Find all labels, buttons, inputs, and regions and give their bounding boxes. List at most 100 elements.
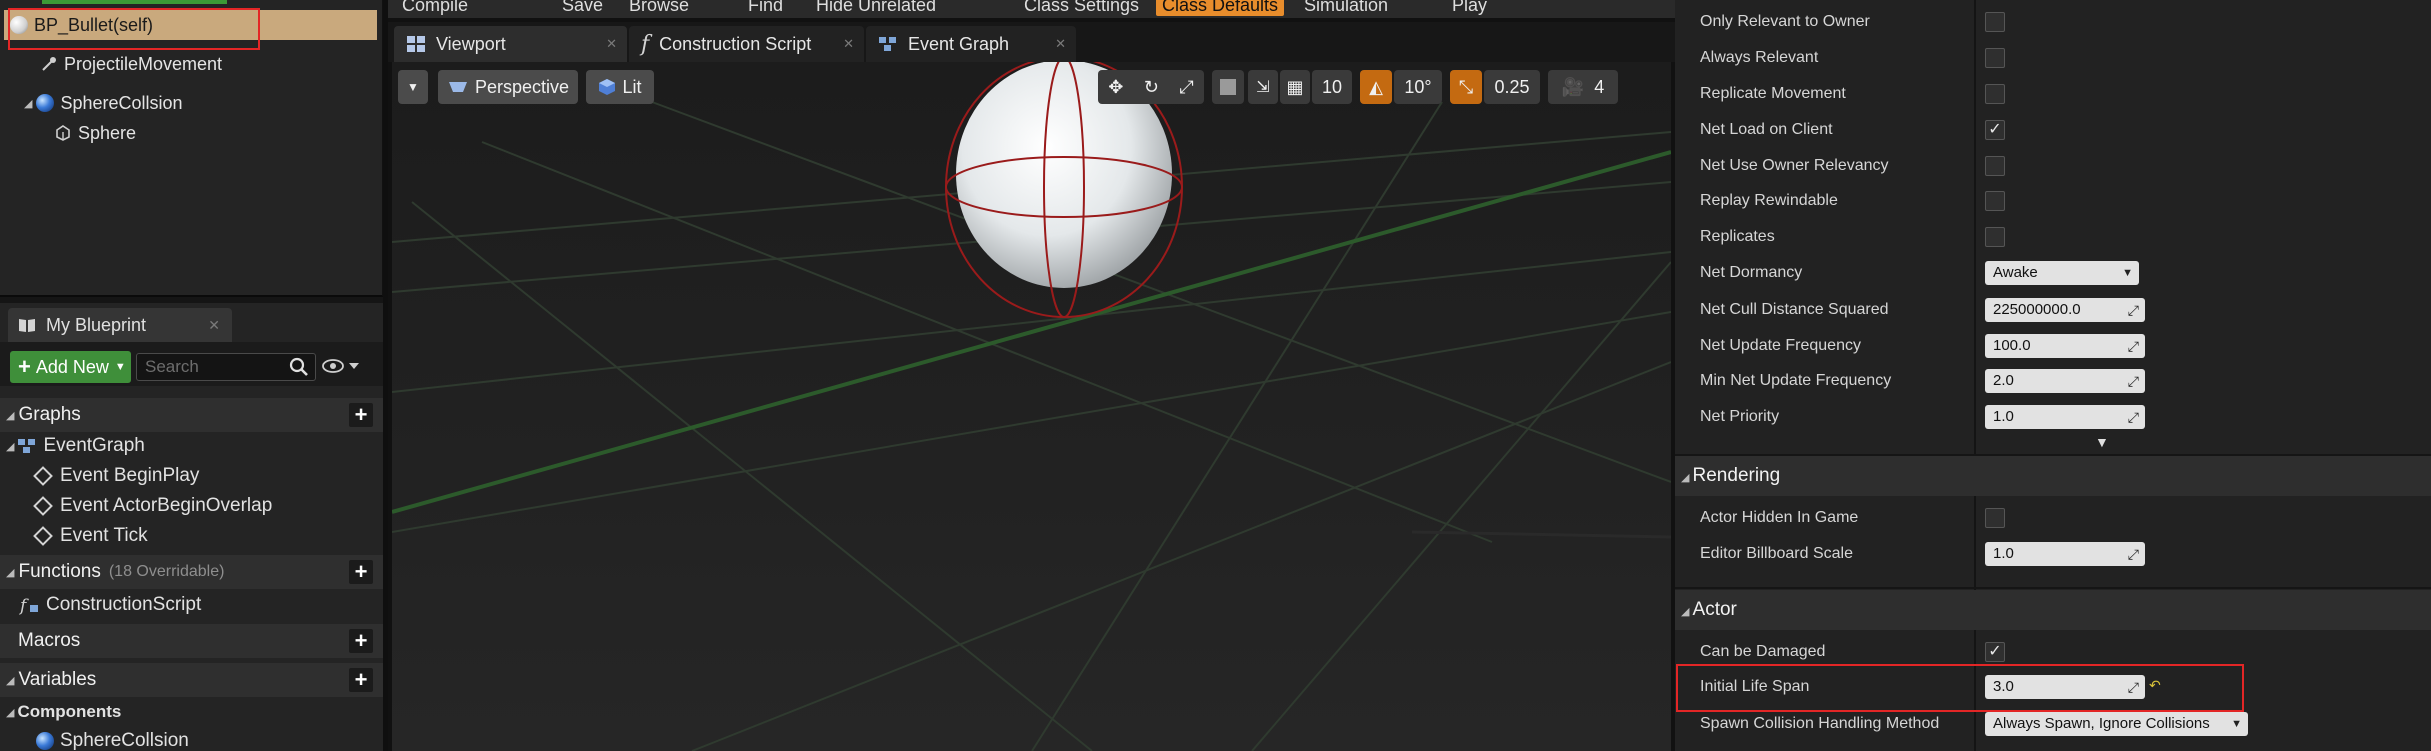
add-variable-button[interactable]: +	[349, 668, 373, 692]
property-dropdown[interactable]: Always Spawn, Ignore Collisions ▼	[1985, 712, 2248, 736]
section-variables[interactable]: ◢ Variables +	[0, 663, 383, 697]
collapse-triangle-icon[interactable]: ◢	[6, 409, 14, 422]
property-label: Min Net Update Frequency	[1700, 372, 1892, 389]
close-icon[interactable]: ✕	[208, 317, 220, 334]
perspective-button[interactable]: Perspective	[438, 70, 578, 104]
viewport-canvas[interactable]: ▼ Perspective Lit ✥ ↻ ⤢ ⇲ ▦ 10 ◭ 10° ⤡ 0…	[392, 62, 1671, 751]
components-category[interactable]: ◢ Components	[6, 698, 121, 726]
list-item-eventgraph[interactable]: ◢ EventGraph	[6, 432, 145, 460]
section-title-text: Actor	[1692, 599, 1737, 620]
property-checkbox[interactable]	[1985, 48, 2005, 68]
rotate-icon[interactable]: ↻	[1144, 77, 1159, 98]
list-item-event[interactable]: Event Tick	[33, 522, 148, 550]
add-component-button-edge[interactable]	[42, 0, 227, 4]
viewport-options-button[interactable]: ▼	[398, 70, 428, 104]
collapse-triangle-icon[interactable]: ◢	[1681, 472, 1693, 484]
world-local-toggle[interactable]	[1212, 70, 1244, 104]
property-checkbox[interactable]	[1985, 12, 2005, 32]
tab-viewport[interactable]: Viewport ✕	[394, 26, 627, 62]
simulation-button[interactable]: Simulation	[1304, 0, 1388, 16]
property-checkbox[interactable]	[1985, 156, 2005, 176]
collapse-triangle-icon[interactable]: ◢	[1681, 606, 1693, 618]
svg-text:f: f	[18, 596, 29, 615]
eventgraph-label: EventGraph	[43, 435, 145, 456]
event-label: Event ActorBeginOverlap	[60, 495, 273, 516]
details-section-header[interactable]	[1675, 590, 2431, 630]
section-graphs[interactable]: ◢ Graphs +	[0, 398, 383, 432]
rotation-snap-toggle[interactable]: ◭	[1360, 70, 1392, 104]
tab-event-graph[interactable]: Event Graph ✕	[866, 26, 1076, 62]
property-number-field[interactable]: 225000000.0 ⤢	[1985, 298, 2145, 322]
component-item-label: Sphere	[78, 122, 137, 143]
component-item-spherecollision[interactable]: ◢ SphereCollsion	[24, 89, 183, 117]
close-icon[interactable]: ✕	[1055, 36, 1066, 52]
section-macros[interactable]: Macros +	[0, 624, 383, 658]
collapse-triangle-icon[interactable]: ◢	[6, 566, 14, 579]
list-item-variable[interactable]: SphereCollsion	[36, 727, 189, 751]
visibility-options[interactable]	[322, 358, 360, 379]
property-label: Actor Hidden In Game	[1700, 509, 1859, 526]
surface-snap-toggle[interactable]: ⇲	[1248, 70, 1278, 104]
property-checkbox[interactable]	[1985, 227, 2005, 247]
browse-button[interactable]: Browse	[629, 0, 689, 16]
expand-triangle-icon[interactable]: ◢	[24, 97, 32, 110]
component-item-sphere[interactable]: Sphere	[54, 119, 136, 147]
add-function-button[interactable]: +	[349, 560, 373, 584]
grid-snap-value[interactable]: 10	[1312, 70, 1352, 104]
expand-triangle-icon[interactable]: ◢	[6, 440, 14, 453]
list-item-event[interactable]: Event BeginPlay	[33, 462, 199, 490]
property-dropdown[interactable]: Awake ▼	[1985, 261, 2139, 285]
section-functions[interactable]: ◢ Functions (18 Overridable) +	[0, 555, 383, 589]
list-item-function[interactable]: f ConstructionScript	[18, 591, 201, 619]
tab-label: Construction Script	[659, 33, 812, 54]
add-macro-button[interactable]: +	[349, 629, 373, 653]
save-button[interactable]: Save	[562, 0, 603, 16]
grid-snap-toggle[interactable]: ▦	[1280, 70, 1310, 104]
close-icon[interactable]: ✕	[843, 36, 854, 52]
details-section-header[interactable]	[1675, 456, 2431, 496]
lit-button[interactable]: Lit	[586, 70, 654, 104]
scale-snap-value[interactable]: 0.25	[1484, 70, 1540, 104]
rotation-snap-label: 10°	[1404, 76, 1432, 97]
drag-handle-icon[interactable]: ⤢	[2128, 405, 2139, 429]
scale-icon[interactable]: ⤢	[1179, 77, 1193, 98]
find-button[interactable]: Find	[748, 0, 783, 16]
add-graph-button[interactable]: +	[349, 403, 373, 427]
rotation-snap-value[interactable]: 10°	[1394, 70, 1442, 104]
compile-button[interactable]: Compile	[402, 0, 468, 16]
hide-unrelated-button[interactable]: Hide Unrelated	[816, 0, 936, 16]
search-input[interactable]: Search	[136, 353, 316, 381]
expand-triangle-icon[interactable]: ◢	[6, 706, 14, 719]
camera-speed-button[interactable]: 🎥 4	[1548, 70, 1618, 104]
component-item-projectile[interactable]: ProjectileMovement	[40, 50, 222, 78]
close-icon[interactable]: ✕	[606, 36, 617, 52]
property-checkbox[interactable]	[1985, 508, 2005, 528]
property-checkbox[interactable]: ✓	[1985, 642, 2005, 662]
property-number-field[interactable]: 1.0 ⤢	[1985, 542, 2145, 566]
property-checkbox[interactable]	[1985, 84, 2005, 104]
property-checkbox[interactable]: ✓	[1985, 120, 2005, 140]
tab-construction-script[interactable]: f Construction Script ✕	[629, 26, 864, 62]
list-item-event[interactable]: Event ActorBeginOverlap	[33, 492, 273, 520]
add-new-button[interactable]: + Add New ▼	[10, 351, 131, 383]
expand-advanced-icon[interactable]: ▼	[2095, 434, 2109, 450]
event-diamond-icon	[33, 496, 53, 516]
property-number-field[interactable]: 1.0 ⤢	[1985, 405, 2145, 429]
checkmark-icon: ✓	[1988, 643, 2002, 660]
property-checkbox[interactable]	[1985, 191, 2005, 211]
property-number-field[interactable]: 100.0 ⤢	[1985, 334, 2145, 358]
move-icon[interactable]: ✥	[1108, 77, 1123, 98]
drag-handle-icon[interactable]: ⤢	[2128, 334, 2139, 358]
drag-handle-icon[interactable]: ⤢	[2128, 369, 2139, 393]
play-button[interactable]: Play	[1452, 0, 1487, 16]
tab-my-blueprint[interactable]: My Blueprint ✕	[8, 308, 232, 342]
property-number-field[interactable]: 2.0 ⤢	[1985, 369, 2145, 393]
scale-snap-toggle[interactable]: ⤡	[1450, 70, 1482, 104]
lit-cube-icon	[599, 79, 616, 95]
collapse-triangle-icon[interactable]: ◢	[6, 674, 14, 687]
search-icon[interactable]	[289, 357, 309, 377]
class-settings-button[interactable]: Class Settings	[1024, 0, 1139, 16]
class-defaults-button[interactable]: Class Defaults	[1156, 0, 1285, 16]
drag-handle-icon[interactable]: ⤢	[2128, 542, 2139, 566]
drag-handle-icon[interactable]: ⤢	[2128, 298, 2139, 322]
